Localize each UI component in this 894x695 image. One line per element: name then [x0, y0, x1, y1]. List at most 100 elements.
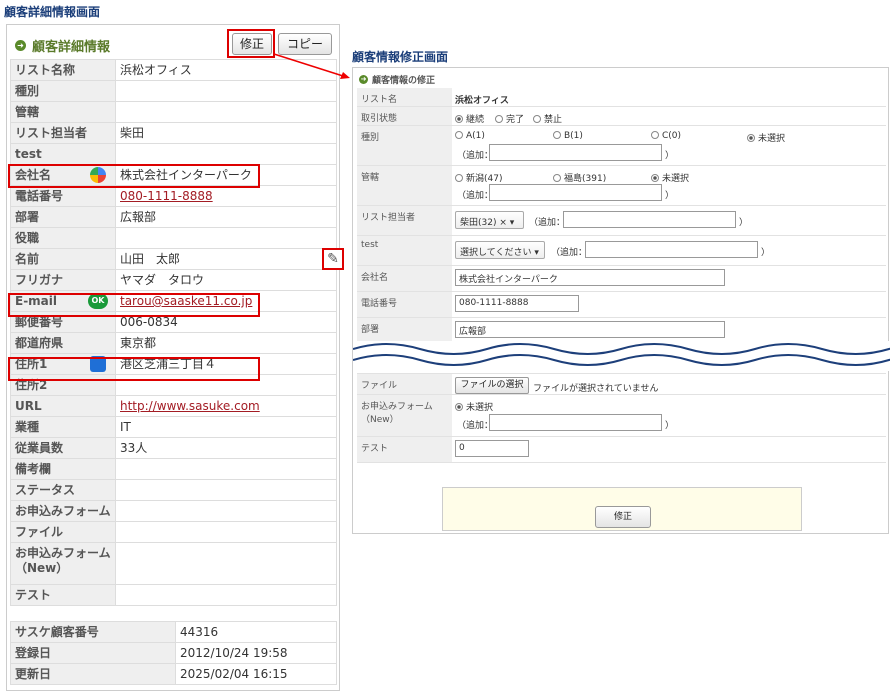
- detail-row: 部署 広報部: [10, 206, 337, 228]
- form-radio-none[interactable]: 未選択: [455, 400, 493, 413]
- detail-value: 山田 太郎: [120, 252, 181, 266]
- type-radio-c[interactable]: C(0): [651, 131, 681, 141]
- detail-row: E-mail OK tarou@saaske11.co.jp: [10, 290, 337, 312]
- type-radio-b[interactable]: B(1): [553, 131, 583, 141]
- detail-row: フリガナ ヤマダ タロウ: [10, 269, 337, 291]
- detail-label: リスト担当者: [10, 122, 116, 144]
- detail-label: お申込みフォーム（New）: [10, 542, 116, 585]
- detail-label: 種別: [10, 80, 116, 102]
- detail-label: お申込みフォーム: [10, 500, 116, 522]
- meta-value: 44316: [175, 621, 337, 643]
- detail-value: 柴田: [120, 126, 145, 140]
- detail-label: 業種: [10, 416, 116, 438]
- test-add-input[interactable]: [585, 241, 758, 258]
- detail-label: 名前: [10, 248, 116, 270]
- detail-row: 名前 ✎ 山田 太郎: [10, 248, 344, 270]
- detail-table: リスト名称 浜松オフィス 種別 管轄 リスト担当者 柴田 test 会社名 株式会社インターパー…: [10, 59, 344, 606]
- detail-row: リスト名称 浜松オフィス: [10, 59, 337, 81]
- detail-value[interactable]: 080-1111-8888: [120, 189, 213, 203]
- detail-value: 33人: [120, 441, 148, 455]
- detail-value: 浜松オフィス: [120, 63, 192, 77]
- meta-label: 更新日: [10, 663, 176, 685]
- deal-radio-continue[interactable]: 継続: [455, 112, 484, 125]
- deal-radio-complete[interactable]: 完了: [495, 112, 524, 125]
- edit-submit-button[interactable]: 修正: [595, 506, 651, 528]
- form-add-input[interactable]: [489, 414, 662, 431]
- google-icon[interactable]: [90, 167, 106, 183]
- copy-button[interactable]: コピー: [278, 33, 332, 55]
- meta-row: 更新日 2025/02/04 16:15: [10, 663, 337, 685]
- row-deal-status: 取引状態 継続 完了 禁止: [357, 107, 886, 126]
- detail-label: 管轄: [10, 101, 116, 123]
- detail-row: 役職: [10, 227, 337, 249]
- detail-label: ステータス: [10, 479, 116, 501]
- test2-input[interactable]: 0: [455, 440, 529, 457]
- detail-value: 東京都: [120, 336, 157, 350]
- file-status: ファイルが選択されていません: [533, 384, 659, 394]
- arrow-circle-icon: ➜: [15, 40, 26, 51]
- row-file: ファイル ファイルの選択 ファイルが選択されていません: [357, 373, 886, 395]
- mail-check-icon[interactable]: OK: [88, 293, 108, 309]
- jur-radio-fukushima[interactable]: 福島(391): [553, 171, 606, 184]
- detail-row: 業種 IT: [10, 416, 337, 438]
- row-dept: 部署 広報部: [357, 318, 886, 342]
- detail-value: ヤマダ タロウ: [120, 273, 205, 287]
- meta-value: 2025/02/04 16:15: [175, 663, 337, 685]
- detail-label: 備考欄: [10, 458, 116, 480]
- detail-label: 都道府県: [10, 332, 116, 354]
- type-radio-a[interactable]: A(1): [455, 131, 485, 141]
- row-test2: テスト 0: [357, 437, 886, 463]
- pencil-icon[interactable]: ✎: [322, 248, 344, 270]
- detail-row: 会社名 株式会社インターパーク: [10, 164, 337, 186]
- row-owner: リスト担当者 柴田(32) × ▾ （追加： ）: [357, 206, 886, 236]
- test-select[interactable]: 選択してください ▾: [455, 241, 545, 259]
- owner-add-input[interactable]: [563, 211, 736, 228]
- owner-select[interactable]: 柴田(32) × ▾: [455, 211, 524, 229]
- type-add-input[interactable]: [489, 144, 662, 161]
- chevron-down-icon: ▾: [534, 248, 539, 258]
- file-choose-button[interactable]: ファイルの選択: [455, 377, 529, 394]
- detail-row: テスト: [10, 584, 337, 606]
- company-input[interactable]: 株式会社インターパーク: [455, 269, 725, 286]
- arrow-circle-icon: ➜: [359, 75, 368, 84]
- detail-row: test: [10, 143, 337, 165]
- remove-icon: ×: [499, 218, 507, 228]
- detail-label: リスト名称: [10, 59, 116, 81]
- detail-row: 備考欄: [10, 458, 337, 480]
- detail-row: リスト担当者 柴田: [10, 122, 337, 144]
- map-pin-icon[interactable]: [90, 356, 106, 372]
- detail-row: 管轄: [10, 101, 337, 123]
- detail-row: 郵便番号 006-0834: [10, 311, 337, 333]
- edit-title: ➜ 顧客情報の修正: [359, 75, 436, 86]
- detail-row: ステータス: [10, 479, 337, 501]
- jur-radio-niigata[interactable]: 新潟(47): [455, 171, 502, 184]
- row-company: 会社名 株式会社インターパーク: [357, 266, 886, 292]
- meta-table: サスケ顧客番号 44316 登録日 2012/10/24 19:58 更新日 2025/0…: [10, 621, 337, 685]
- detail-label: 住所2: [10, 374, 116, 396]
- detail-value: IT: [120, 420, 131, 434]
- customer-edit-panel: ➜ 顧客情報の修正 リスト名 浜松オフィス 取引状態 継続 完了 禁止 種別 A(…: [352, 67, 890, 534]
- detail-value: 006-0834: [120, 315, 178, 329]
- customer-detail-panel: ➜ 顧客詳細情報 修正 コピー リスト名称 浜松オフィス 種別 管轄 リスト担当者 柴田 te…: [6, 24, 344, 691]
- edit-button[interactable]: 修正: [232, 33, 272, 55]
- type-radio-none[interactable]: 未選択: [747, 131, 785, 144]
- chevron-down-icon: ▾: [509, 218, 515, 228]
- row-list-name: リスト名 浜松オフィス: [357, 88, 886, 107]
- dept-input[interactable]: 広報部: [455, 321, 725, 338]
- meta-row: サスケ顧客番号 44316: [10, 621, 337, 643]
- meta-label: 登録日: [10, 642, 176, 664]
- detail-value[interactable]: http://www.sasuke.com: [120, 399, 260, 413]
- detail-label: 従業員数: [10, 437, 116, 459]
- jur-add-input[interactable]: [489, 184, 662, 201]
- row-form-new: お申込みフォーム（New） 未選択 （追加： ）: [357, 395, 886, 437]
- detail-label: フリガナ: [10, 269, 116, 291]
- detail-label: 電話番号: [10, 185, 116, 207]
- detail-value: 広報部: [120, 210, 157, 224]
- phone-input[interactable]: 080-1111-8888: [455, 295, 579, 312]
- jur-radio-none[interactable]: 未選択: [651, 171, 689, 184]
- deal-radio-forbid[interactable]: 禁止: [533, 112, 562, 125]
- detail-label: 役職: [10, 227, 116, 249]
- detail-value[interactable]: tarou@saaske11.co.jp: [120, 294, 252, 308]
- detail-row: 電話番号 080-1111-8888: [10, 185, 337, 207]
- left-caption: 顧客詳細情報画面: [4, 5, 101, 19]
